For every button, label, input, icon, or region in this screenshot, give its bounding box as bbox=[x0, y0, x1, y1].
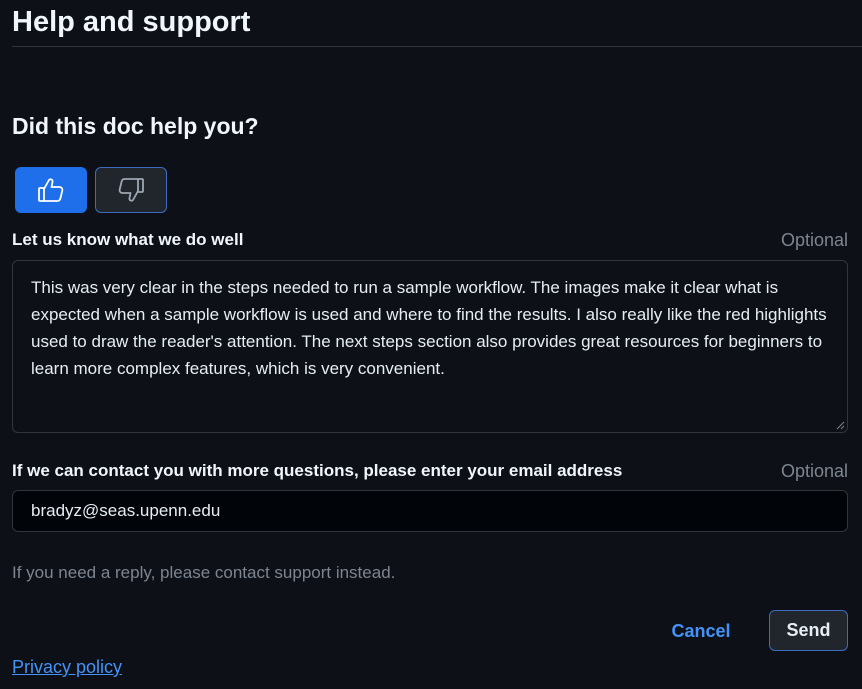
comment-textarea[interactable]: This was very clear in the steps needed … bbox=[12, 260, 848, 433]
send-button[interactable]: Send bbox=[769, 610, 848, 651]
thumbs-down-button[interactable] bbox=[95, 167, 167, 213]
email-label: If we can contact you with more question… bbox=[12, 461, 623, 480]
comment-text: This was very clear in the steps needed … bbox=[31, 278, 827, 378]
comment-label: Let us know what we do well bbox=[12, 230, 244, 249]
thumbs-down-icon bbox=[118, 178, 144, 202]
resize-grip-icon[interactable] bbox=[836, 421, 845, 430]
thumbs-up-button[interactable] bbox=[15, 167, 87, 213]
cancel-button[interactable]: Cancel bbox=[663, 611, 739, 651]
support-hint: If you need a reply, please contact supp… bbox=[12, 563, 396, 582]
feedback-question: Did this doc help you? bbox=[12, 113, 259, 139]
privacy-policy-link[interactable]: Privacy policy bbox=[12, 657, 122, 678]
title-divider bbox=[12, 46, 862, 47]
comment-optional-tag: Optional bbox=[780, 230, 848, 250]
email-field[interactable]: bradyz@seas.upenn.edu bbox=[12, 490, 848, 532]
email-optional-tag: Optional bbox=[780, 461, 848, 481]
email-value: bradyz@seas.upenn.edu bbox=[31, 501, 221, 520]
page-title: Help and support bbox=[12, 6, 251, 38]
thumbs-up-icon bbox=[38, 178, 64, 202]
